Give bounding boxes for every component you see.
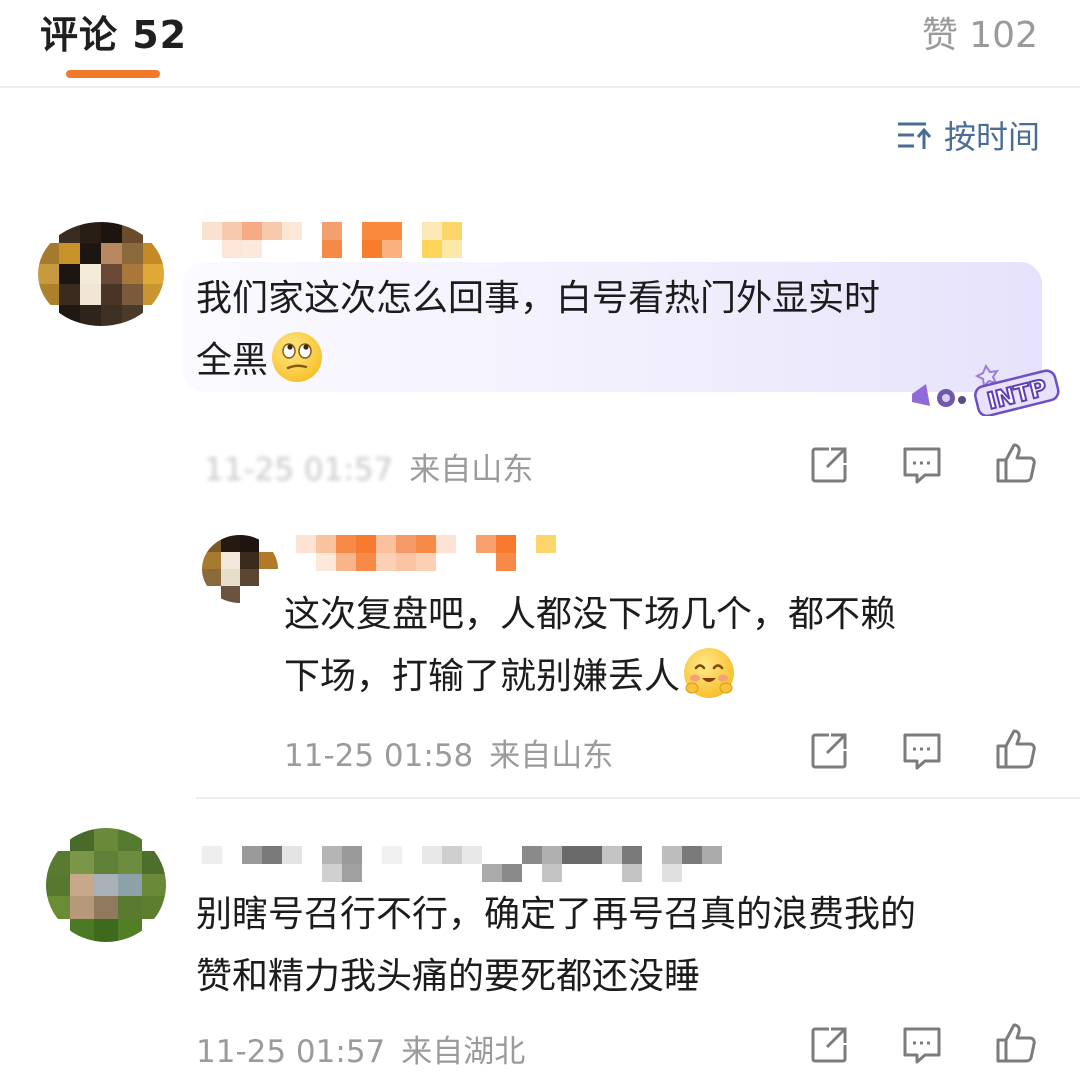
comment-meta: 11-25 01:57 来自山东 xyxy=(204,444,533,489)
share-button[interactable] xyxy=(806,728,852,774)
intp-badge: INTP xyxy=(908,354,1064,420)
comment-divider xyxy=(196,797,1080,799)
share-button[interactable] xyxy=(806,442,852,488)
tab-comments[interactable]: 评论 52 xyxy=(40,4,187,59)
rolling-eyes-emoji xyxy=(272,332,323,382)
comment-text-line: 我们家这次怎么回事，白号看热门外显实时 xyxy=(196,278,881,319)
reply-button[interactable] xyxy=(899,442,945,488)
username-redacted[interactable] xyxy=(202,222,482,258)
sort-icon xyxy=(897,122,932,149)
comment-icon xyxy=(903,733,941,770)
comment-meta: 11-25 01:57 来自湖北 xyxy=(196,1026,525,1071)
like-button[interactable] xyxy=(993,726,1039,772)
reply-meta: 11-25 01:58 来自山东 xyxy=(284,730,613,775)
active-tab-indicator xyxy=(66,70,160,78)
like-button[interactable] xyxy=(993,440,1039,486)
avatar[interactable] xyxy=(202,535,278,603)
avatar[interactable] xyxy=(46,828,166,942)
reply-button[interactable] xyxy=(899,1022,945,1068)
blushing-smile-emoji xyxy=(684,648,735,698)
thumbs-up-icon xyxy=(996,443,1036,483)
username-redacted[interactable] xyxy=(296,535,556,571)
tab-likes[interactable]: 赞 102 xyxy=(922,6,1038,58)
comment-text-line: 别瞎号召行不行，确定了再号召真的浪费我的 xyxy=(196,894,917,935)
header-divider xyxy=(0,86,1080,88)
reply-text: 这次复盘吧，人都没下场几个，都不赖 下场，打输了就别嫌丢人 xyxy=(284,584,896,708)
share-icon xyxy=(811,1027,847,1063)
share-button[interactable] xyxy=(806,1022,852,1068)
comment-text-line: 全黑 xyxy=(196,330,880,392)
like-button[interactable] xyxy=(993,1020,1039,1066)
thumbs-up-icon xyxy=(996,1023,1036,1063)
share-icon xyxy=(811,733,847,769)
comment-icon xyxy=(903,1027,941,1064)
reply-time: 11-25 01:58 xyxy=(284,738,474,774)
comment-icon xyxy=(903,447,941,484)
comment-location: 来自湖北 xyxy=(401,1034,526,1070)
reply-button[interactable] xyxy=(899,728,945,774)
share-icon xyxy=(811,447,847,483)
reply-location: 来自山东 xyxy=(489,738,614,774)
reply-text-line: 下场，打输了就别嫌丢人 xyxy=(284,646,896,708)
sort-by-time-button[interactable]: 按时间 xyxy=(896,112,1040,158)
thumbs-up-icon xyxy=(996,729,1036,769)
reply-text-line: 这次复盘吧，人都没下场几个，都不赖 xyxy=(284,594,897,635)
comment-text-line: 赞和精力我头痛的要死都还没睡 xyxy=(196,956,701,997)
username-redacted[interactable] xyxy=(202,846,742,882)
comment-location: 来自山东 xyxy=(409,452,534,488)
comment-text: 别瞎号召行不行，确定了再号召真的浪费我的 赞和精力我头痛的要死都还没睡 xyxy=(196,884,916,1008)
comment-text: 我们家这次怎么回事，白号看热门外显实时 全黑 xyxy=(196,268,880,392)
sort-label: 按时间 xyxy=(943,118,1040,156)
avatar[interactable] xyxy=(38,222,164,326)
comment-time: 11-25 01:57 xyxy=(204,452,394,488)
comment-time: 11-25 01:57 xyxy=(196,1034,386,1070)
